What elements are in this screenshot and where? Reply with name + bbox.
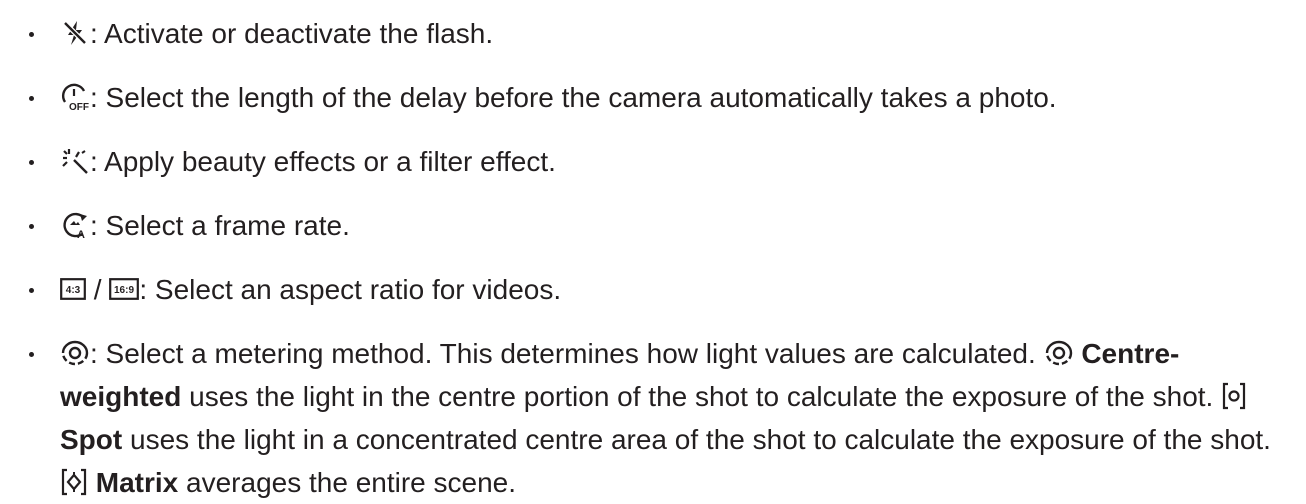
aspect-ratio-description: : Select an aspect ratio for videos.	[139, 274, 562, 305]
bullet	[28, 140, 36, 183]
metering-intro-text: : Select a metering method. This determi…	[90, 338, 1036, 369]
bullet	[28, 12, 36, 55]
beauty-filter-icon	[60, 146, 90, 176]
spot-label: Spot	[60, 424, 123, 455]
metering-matrix-icon	[60, 467, 88, 497]
metering-centre-weighted-icon	[60, 339, 90, 367]
metering-spot-icon	[1221, 381, 1247, 411]
matrix-label: Matrix	[95, 467, 179, 498]
ratio-16-9-text: 16:9	[114, 285, 134, 296]
bullet	[28, 204, 36, 247]
centre-weighted-description: uses the light in the centre portion of …	[189, 381, 1214, 412]
ratio-separator: /	[93, 274, 102, 305]
timer-description: : Select the length of the delay before …	[90, 82, 1057, 113]
bullet	[28, 332, 36, 375]
ratio-16-9-icon: 16:9	[109, 277, 140, 301]
bullet	[28, 76, 36, 119]
ratio-4-3-text: 4:3	[66, 285, 81, 296]
beauty-description: : Apply beauty effects or a filter effec…	[90, 146, 556, 177]
flash-description: : Activate or deactivate the flash.	[90, 18, 494, 49]
flash-off-icon	[60, 18, 90, 48]
svg-text:A: A	[77, 229, 85, 240]
frame-rate-auto-icon: A	[60, 210, 90, 240]
matrix-description: averages the entire scene.	[186, 467, 517, 498]
metering-paragraph: : Select a metering method. This determi…	[60, 332, 1300, 504]
timer-off-icon: OFF	[60, 82, 90, 112]
svg-text:OFF: OFF	[69, 102, 89, 112]
ratio-4-3-icon: 4:3	[60, 277, 86, 301]
metering-centre-weighted-icon	[1044, 339, 1074, 367]
bullet	[28, 268, 36, 311]
frame-rate-description: : Select a frame rate.	[90, 210, 350, 241]
spot-description: uses the light in a concentrated centre …	[130, 424, 1271, 455]
